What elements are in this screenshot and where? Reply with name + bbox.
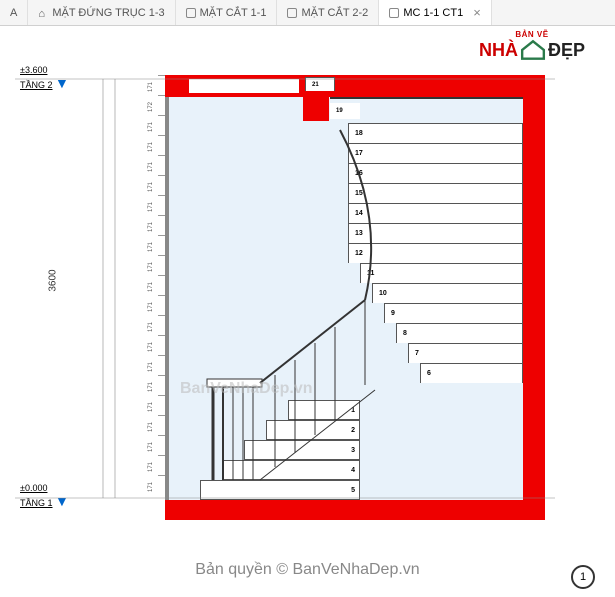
tab-label: MẶT CẮT 1-1	[200, 7, 267, 19]
tab-section-22[interactable]: MẶT CẮT 2-2	[277, 0, 379, 25]
tab-label: MẶT CẮT 2-2	[301, 7, 368, 19]
drawing-viewport: ±3.600 TẦNG 2 ▼ ±0.000 TẦNG 1 ▼ 3600 171…	[60, 75, 550, 525]
tab-label: A	[10, 7, 17, 19]
logo-left: NHÀ	[479, 40, 518, 61]
level-lines	[15, 75, 555, 520]
tab-bar: A ⌂ MẶT ĐỨNG TRỤC 1-3 MẶT CẮT 1-1 MẶT CẮ…	[0, 0, 615, 26]
section-icon	[186, 8, 196, 18]
copyright: Bản quyền © BanVeNhaDep.vn	[0, 561, 615, 579]
logo: BẢN VẼ NHÀ ĐẸP	[479, 30, 585, 61]
logo-right: ĐẸP	[548, 40, 585, 61]
tab-mc-11-ct1[interactable]: MC 1-1 CT1 ×	[379, 0, 492, 25]
logo-top: BẢN VẼ	[479, 30, 585, 39]
tab-a[interactable]: A	[0, 0, 28, 25]
tab-section-11[interactable]: MẶT CẮT 1-1	[176, 0, 278, 25]
section-icon	[287, 8, 297, 18]
section-icon	[389, 8, 399, 18]
level-elevation: ±3.600	[20, 65, 69, 75]
close-icon[interactable]: ×	[473, 5, 481, 20]
tab-elevation[interactable]: ⌂ MẶT ĐỨNG TRỤC 1-3	[28, 0, 175, 25]
tab-label: MẶT ĐỨNG TRỤC 1-3	[52, 7, 164, 19]
tab-label: MC 1-1 CT1	[403, 7, 463, 19]
home-icon: ⌂	[38, 8, 48, 18]
house-icon	[520, 39, 546, 61]
